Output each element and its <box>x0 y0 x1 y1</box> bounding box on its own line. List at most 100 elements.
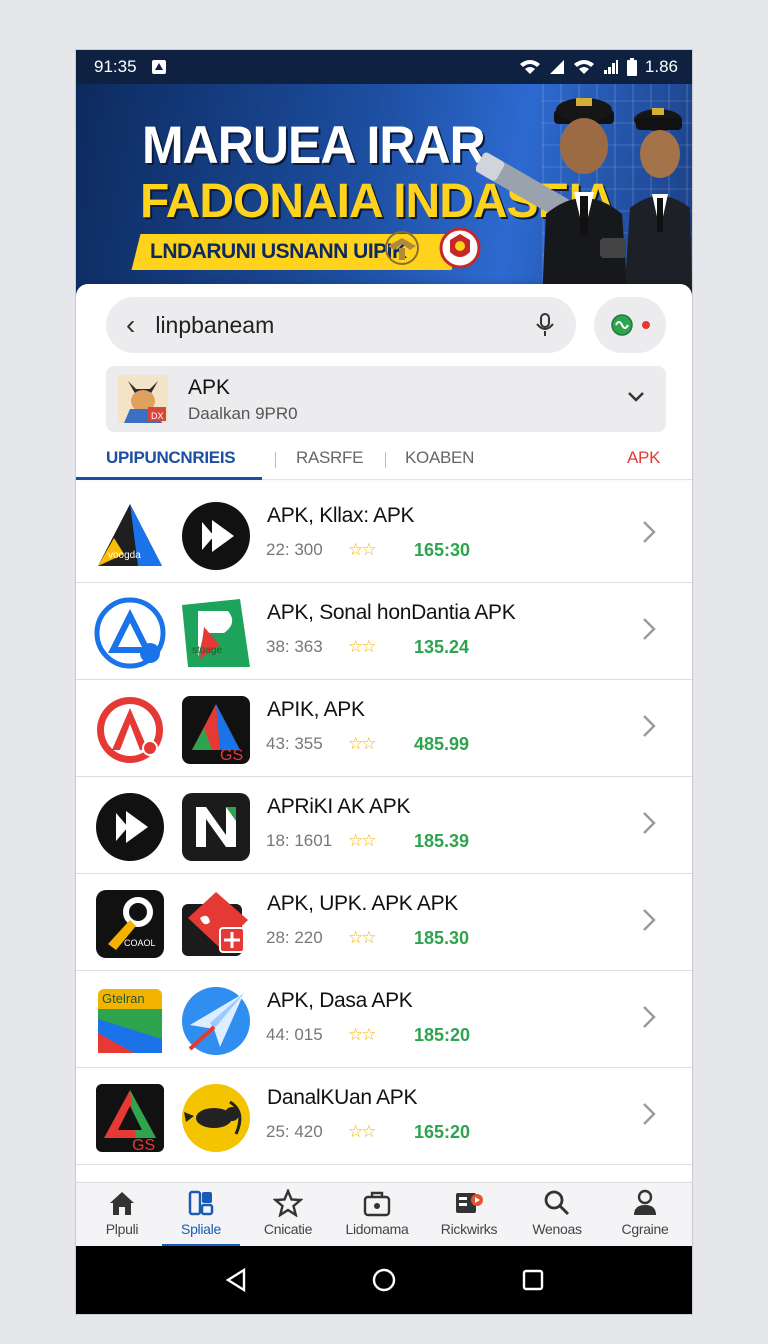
recents-square-icon[interactable] <box>519 1266 547 1294</box>
notification-dot <box>642 321 650 329</box>
app-list: voogda APK, Kllax: APK 22: 300 ☆☆ 165:30 <box>76 486 692 1165</box>
app-meta: 25: 420 <box>266 1122 323 1141</box>
home-icon <box>110 1192 134 1215</box>
tab-apk[interactable]: APK <box>627 448 660 468</box>
red-circle-a-app-icon <box>97 697 163 763</box>
search-icon <box>544 1190 570 1216</box>
signal-icon <box>549 59 565 75</box>
blue-circle-a-app-icon <box>94 597 166 669</box>
nav-item-library[interactable]: Lidomama <box>333 1189 421 1237</box>
home-circle-icon[interactable] <box>370 1266 398 1294</box>
rating-stars: ☆☆ <box>348 831 377 850</box>
tab-rasrfe[interactable]: RASRFE <box>296 448 363 468</box>
eagle-emblem-icon <box>385 231 419 265</box>
app-meta: 28: 220 <box>266 928 323 947</box>
search-panel: ‹ linpbaneam DX APK Daalkan 9PR0 UPIPUNC… <box>76 284 692 480</box>
app-price: 485.99 <box>414 734 470 754</box>
chevron-right-icon[interactable] <box>642 1102 656 1126</box>
tab-upipuncnrieis[interactable]: UPIPUNCNRIEIS <box>106 448 236 468</box>
globe-status-icon <box>611 314 633 336</box>
app-name: APIK, APK <box>267 698 365 721</box>
list-item[interactable]: GS APIK, APK 43: 355 ☆☆ 485.99 <box>76 680 692 777</box>
play-circle-app-icon <box>96 793 164 861</box>
list-item[interactable]: COAOL APK, UPK. APK APK 28: 220 ☆☆ 185.3… <box>76 874 692 971</box>
character-thumbnail-icon: DX <box>118 375 168 423</box>
colorful-book-app-icon: Gtelran <box>98 989 162 1053</box>
app-meta: 18: 1601 <box>266 831 333 850</box>
rating-stars: ☆☆ <box>348 1122 377 1141</box>
tab-divider <box>275 452 276 468</box>
app-price: 165:20 <box>414 1122 471 1142</box>
chevron-right-icon[interactable] <box>642 908 656 932</box>
app-price: 185.39 <box>414 831 470 851</box>
nav-item-profile[interactable]: Cgraine <box>601 1189 689 1237</box>
nav-item-home[interactable]: Plpuli <box>78 1189 166 1237</box>
tab-koaben[interactable]: KOABEN <box>405 448 474 468</box>
search-bar[interactable]: ‹ linpbaneam <box>106 297 576 353</box>
svg-text:voogda: voogda <box>108 550 141 561</box>
back-arrow-icon[interactable]: ‹ <box>126 311 135 339</box>
microphone-icon[interactable] <box>534 312 556 338</box>
nav-item-media[interactable]: Rickwirks <box>425 1189 513 1237</box>
tab-active-indicator <box>76 477 262 480</box>
media-icon <box>456 1193 483 1213</box>
svg-text:GS: GS <box>220 747 243 764</box>
notification-icon <box>151 59 167 75</box>
list-item[interactable]: Gtelran APK, Dasa APK 44: 015 ☆☆ 185:20 <box>76 971 692 1068</box>
wifi-icon <box>519 59 541 75</box>
list-item[interactable]: APRiKI AK APK 18: 1601 ☆☆ 185.39 <box>76 777 692 874</box>
list-item[interactable]: voogda APK, Kllax: APK 22: 300 ☆☆ 165:30 <box>76 486 692 583</box>
category-dropdown[interactable]: DX APK Daalkan 9PR0 <box>106 366 666 432</box>
battery-icon <box>626 58 637 76</box>
chevron-right-icon[interactable] <box>642 617 656 641</box>
status-bar: 91:35 1.86 <box>76 50 692 84</box>
chevron-right-icon[interactable] <box>642 1005 656 1029</box>
apps-icon <box>188 1190 214 1216</box>
app-price: 135.24 <box>414 637 470 657</box>
list-item[interactable]: stoage APK, Sonal honDantia APK 38: 363 … <box>76 583 692 680</box>
briefcase-icon <box>363 1191 391 1217</box>
chevron-right-icon[interactable] <box>642 520 656 544</box>
rating-stars: ☆☆ <box>348 1025 377 1044</box>
list-item[interactable]: GS DanalKUan APK 25: 420 ☆☆ 165:20 <box>76 1068 692 1165</box>
category-subtitle: Daalkan 9PR0 <box>188 404 298 423</box>
play-button-app-icon <box>182 502 250 570</box>
phone-screen: 91:35 1.86 MARUEA IRAR FADONAIA INDASEIA… <box>76 50 692 1314</box>
search-input[interactable]: linpbaneam <box>155 312 534 339</box>
rating-stars: ☆☆ <box>348 928 377 947</box>
rating-stars: ☆☆ <box>348 637 377 656</box>
system-navigation-bar <box>76 1246 692 1314</box>
chevron-down-icon <box>628 392 644 402</box>
promo-banner[interactable]: MARUEA IRAR FADONAIA INDASEIA LNDARUNI U… <box>76 84 692 300</box>
app-price: 165:30 <box>414 540 471 560</box>
app-name: APK, UPK. APK APK <box>267 892 458 915</box>
tab-bar: UPIPUNCNRIEIS RASRFE KOABEN APK <box>76 440 692 480</box>
blue-triangle-app-icon: voogda <box>98 504 162 566</box>
app-name: APK, Kllax: APK <box>267 504 415 527</box>
n-letter-app-icon <box>182 793 250 861</box>
app-name: DanalKUan APK <box>267 1086 418 1109</box>
app-meta: 43: 355 <box>266 734 323 753</box>
wifi-icon-secondary <box>573 59 595 75</box>
category-title: APK <box>188 376 231 399</box>
svg-text:Gtelran: Gtelran <box>102 991 145 1006</box>
chevron-right-icon[interactable] <box>642 714 656 738</box>
app-name: APRiKI AK APK <box>267 795 411 818</box>
nav-item-featured[interactable]: Cnicatie <box>244 1189 332 1237</box>
back-triangle-icon[interactable] <box>222 1266 250 1294</box>
nav-item-apps[interactable]: Spliale <box>157 1189 245 1237</box>
red-tag-app-icon <box>182 892 248 956</box>
svg-text:GS: GS <box>132 1137 155 1154</box>
nav-item-search[interactable]: Wenoas <box>513 1189 601 1237</box>
app-name: APK, Dasa APK <box>267 989 413 1012</box>
chevron-right-icon[interactable] <box>642 811 656 835</box>
gs-triangle-dark-app-icon: GS <box>96 1084 164 1154</box>
gs-triangle-app-icon: GS <box>182 696 250 764</box>
banner-title-line1: MARUEA IRAR <box>142 115 486 175</box>
signal-bars-icon <box>603 59 619 75</box>
battery-text: 1.86 <box>644 57 678 76</box>
rating-stars: ☆☆ <box>348 540 377 559</box>
account-button[interactable] <box>594 297 666 353</box>
svg-text:COAOL: COAOL <box>124 938 156 948</box>
banner-ribbon-text: LNDARUNI USNANN UIPIK <box>150 240 407 263</box>
